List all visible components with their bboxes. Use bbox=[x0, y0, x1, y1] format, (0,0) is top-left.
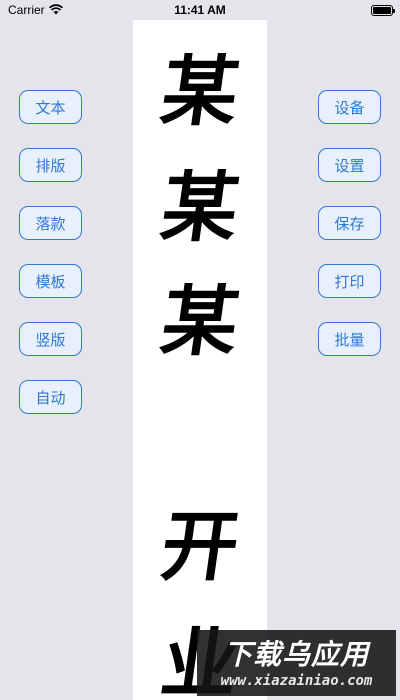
layout-button[interactable]: 排版 bbox=[19, 148, 82, 182]
site-watermark: 下载乌应用 www.xiazainiao.com bbox=[197, 630, 396, 696]
status-bar: Carrier 11:41 AM bbox=[0, 0, 400, 20]
text-button[interactable]: 文本 bbox=[19, 90, 82, 124]
print-button[interactable]: 打印 bbox=[318, 264, 381, 298]
couplet-char-3: 某 bbox=[155, 277, 245, 366]
battery-icon bbox=[371, 5, 395, 16]
vertical-button[interactable]: 竖版 bbox=[19, 322, 82, 356]
clock: 11:41 AM bbox=[174, 3, 226, 17]
couplet-char-4: 开 bbox=[155, 502, 245, 591]
couplet-char-2: 某 bbox=[155, 163, 245, 252]
batch-button[interactable]: 批量 bbox=[318, 322, 381, 356]
watermark-title: 下载乌应用 bbox=[223, 638, 369, 671]
template-button[interactable]: 模板 bbox=[19, 264, 82, 298]
save-button[interactable]: 保存 bbox=[318, 206, 381, 240]
device-button[interactable]: 设备 bbox=[318, 90, 381, 124]
signature-button[interactable]: 落款 bbox=[19, 206, 82, 240]
watermark-url: www.xiazainiao.com bbox=[220, 673, 373, 689]
couplet-preview[interactable]: 某 某 某 开 业 bbox=[133, 20, 267, 700]
auto-button[interactable]: 自动 bbox=[19, 380, 82, 414]
couplet-char-1: 某 bbox=[155, 47, 245, 136]
settings-button[interactable]: 设置 bbox=[318, 148, 381, 182]
